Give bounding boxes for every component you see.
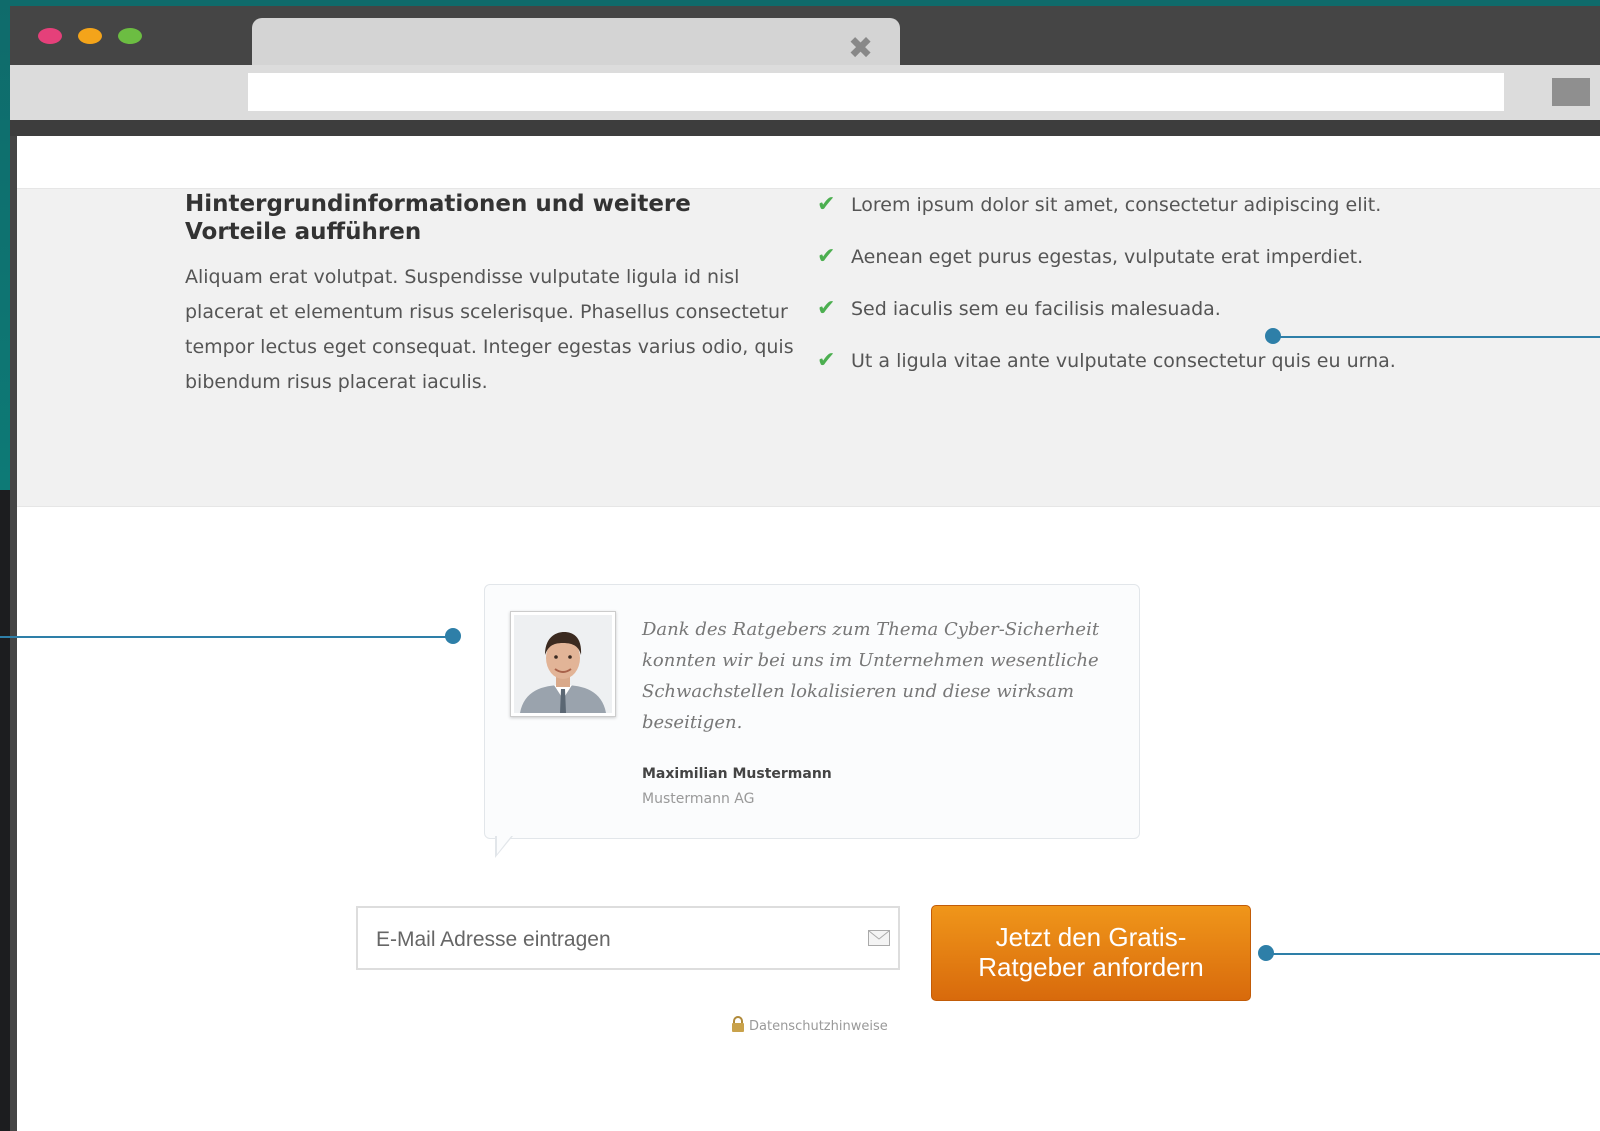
browser-menu-button[interactable] (1552, 78, 1590, 106)
list-item: ✔ Ut a ligula vitae ante vulputate consec… (817, 346, 1396, 398)
minimize-window-button[interactable] (78, 28, 102, 44)
annotation-line (0, 636, 452, 638)
annotation-dot (1265, 328, 1281, 344)
avatar (510, 611, 616, 717)
close-window-button[interactable] (38, 28, 62, 44)
benefit-label: Sed iaculis sem eu facilisis malesuada. (851, 298, 1221, 320)
request-guide-button[interactable]: Jetzt den Gratis- Ratgeber anfordern (931, 905, 1251, 1001)
testimonial-author: Maximilian Mustermann (642, 766, 832, 782)
benefit-label: Ut a ligula vitae ante vulputate consect… (851, 350, 1396, 372)
section-paragraph: Aliquam erat volutpat. Suspendisse vulpu… (185, 266, 794, 393)
benefits-list: ✔ Lorem ipsum dolor sit amet, consectetur… (817, 190, 1396, 398)
privacy-link[interactable]: Datenschutzhinweise (731, 1016, 888, 1034)
check-icon: ✔ (817, 296, 836, 321)
close-icon[interactable]: ✖ (848, 34, 873, 64)
check-icon: ✔ (817, 244, 836, 269)
browser-toolbar (10, 65, 1600, 120)
email-field[interactable] (356, 906, 900, 970)
email-input[interactable] (374, 921, 858, 959)
speech-bubble-tail-inner (497, 835, 512, 854)
check-icon: ✔ (817, 348, 836, 373)
cta-line-2: Ratgeber anfordern (978, 952, 1204, 982)
benefit-label: Lorem ipsum dolor sit amet, consectetur … (851, 194, 1382, 216)
annotation-dot (1258, 945, 1274, 961)
testimonial-company: Mustermann AG (642, 791, 755, 807)
list-item: ✔ Sed iaculis sem eu facilisis malesuada. (817, 294, 1396, 346)
annotation-line (1266, 953, 1600, 955)
privacy-label: Datenschutzhinweise (749, 1019, 888, 1034)
list-item: ✔ Aenean eget purus egestas, vulputate er… (817, 242, 1396, 294)
lock-icon (732, 1016, 744, 1032)
section-heading: Hintergrundinformationen und weitere Vor… (185, 191, 691, 245)
mail-icon (868, 930, 890, 946)
address-bar[interactable] (248, 73, 1504, 111)
annotation-line (1272, 336, 1600, 338)
annotation-dot (445, 628, 461, 644)
maximize-window-button[interactable] (118, 28, 142, 44)
list-item: ✔ Lorem ipsum dolor sit amet, consectetur… (817, 190, 1396, 242)
check-icon: ✔ (817, 192, 836, 217)
toolbar-divider (10, 120, 1600, 136)
benefit-label: Aenean eget purus egestas, vulputate era… (851, 246, 1364, 268)
testimonial-quote: Dank des Ratgebers zum Thema Cyber-Siche… (642, 619, 1100, 733)
web-page: Hintergrundinformationen und weitere Vor… (17, 136, 1600, 1131)
cta-line-1: Jetzt den Gratis- (995, 922, 1187, 952)
browser-window: ✖ Hintergrundinformationen und weitere V… (10, 6, 1600, 1131)
person-photo-icon (514, 615, 612, 713)
